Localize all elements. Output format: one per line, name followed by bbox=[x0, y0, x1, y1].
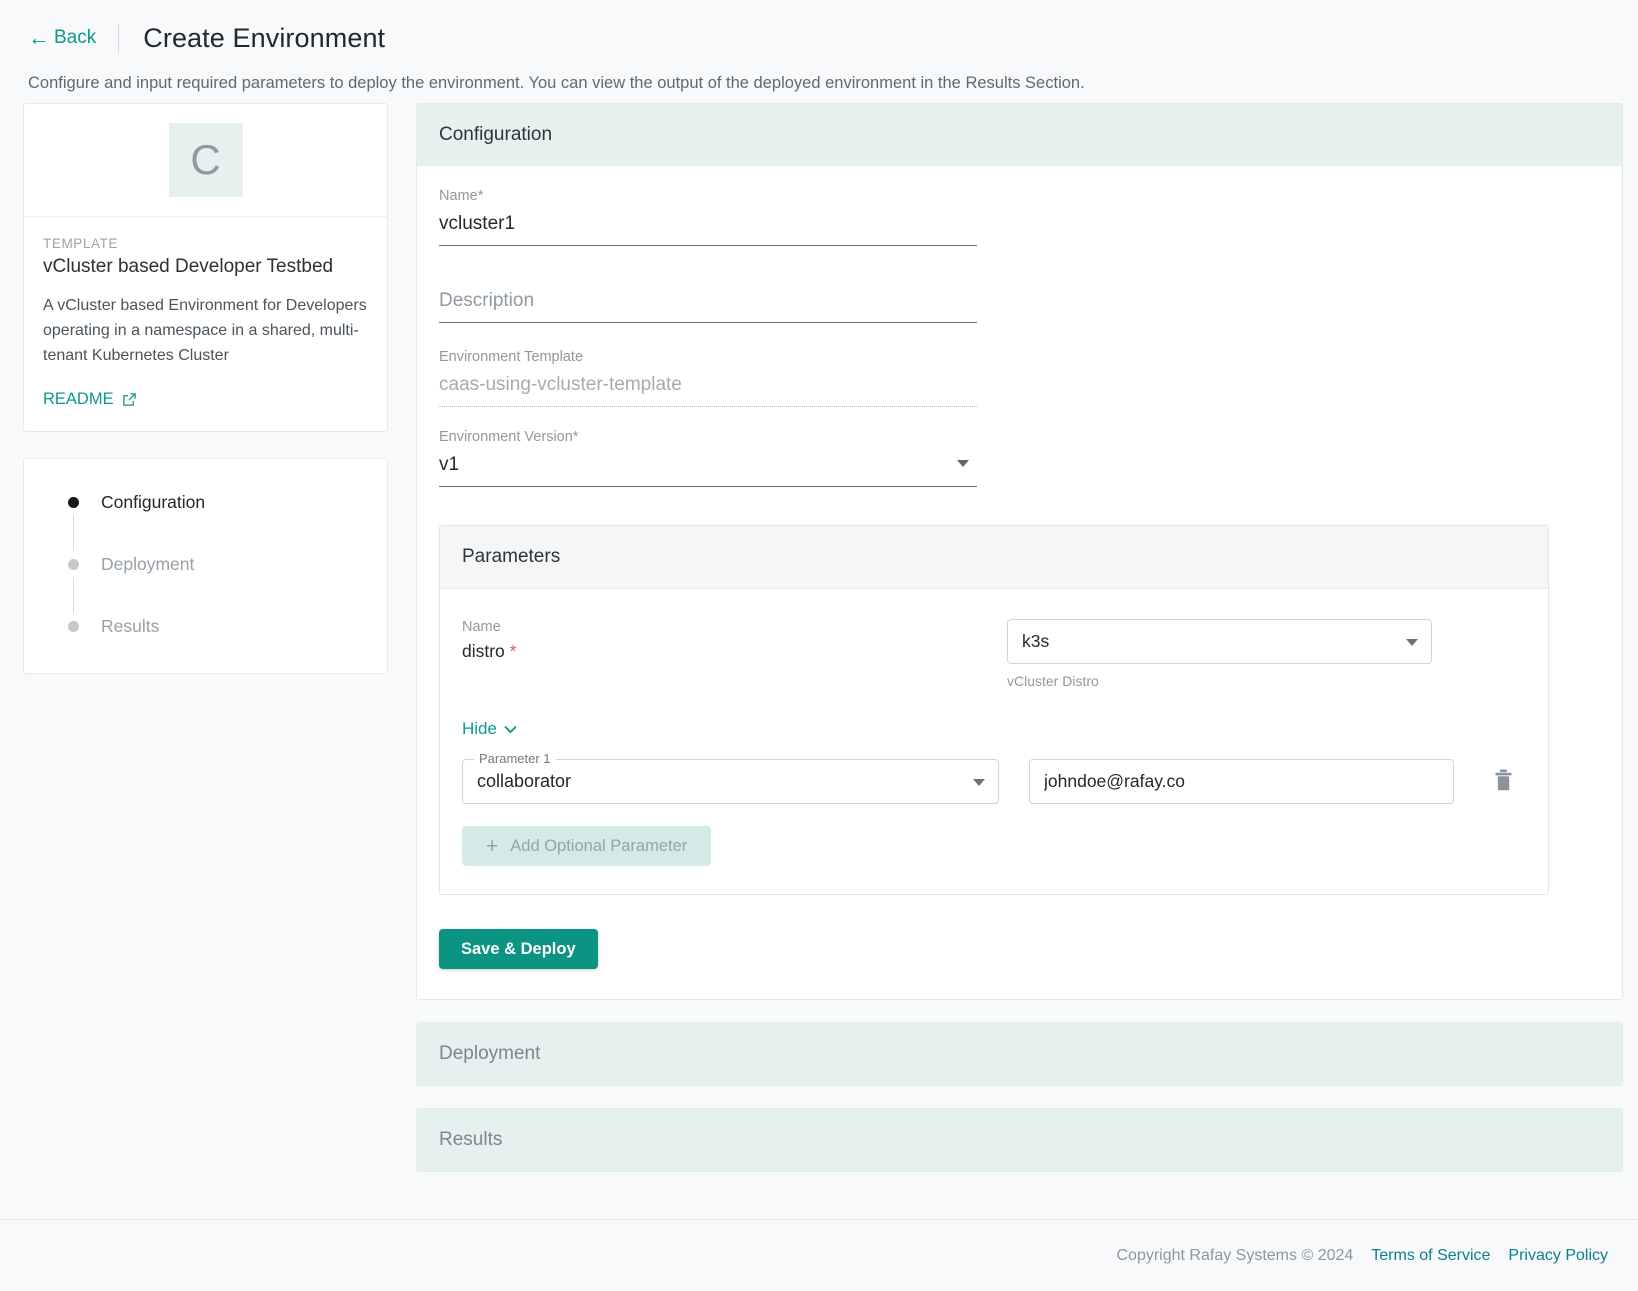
stepper-label: Results bbox=[101, 615, 160, 636]
parameter-required-mark: * bbox=[509, 641, 517, 661]
page-subtitle: Configure and input required parameters … bbox=[28, 74, 1085, 92]
configuration-panel: Configuration Name* Environment Template bbox=[416, 103, 1623, 1000]
back-button[interactable]: ← Back bbox=[28, 27, 118, 49]
deployment-panel: Deployment bbox=[416, 1022, 1623, 1086]
toggle-label: Hide bbox=[462, 719, 497, 738]
delete-parameter-button[interactable] bbox=[1494, 769, 1513, 794]
configuration-panel-body: Name* Environment Template Environment V bbox=[417, 166, 1622, 999]
stepper-label: Configuration bbox=[101, 491, 206, 512]
page-header: ← Back Create Environment Configure and … bbox=[0, 0, 1638, 93]
template-name: vCluster based Developer Testbed bbox=[43, 256, 334, 277]
distro-select[interactable]: k3s bbox=[1007, 619, 1432, 664]
chevron-down-icon bbox=[973, 779, 985, 786]
environment-template-label: Environment Template bbox=[439, 349, 584, 365]
trash-icon bbox=[1494, 769, 1513, 794]
readme-link[interactable]: README bbox=[43, 390, 137, 409]
page-body: C TEMPLATE vCluster based Developer Test… bbox=[0, 93, 1638, 1172]
required-parameter-row: Name distro * k3s vCluster Distro bbox=[462, 619, 1526, 689]
page-title: Create Environment bbox=[143, 22, 386, 53]
description-field-group bbox=[439, 288, 977, 323]
optional-parameter-key-select[interactable]: Parameter 1 collaborator bbox=[462, 751, 999, 804]
configuration-panel-header[interactable]: Configuration bbox=[417, 104, 1622, 166]
plus-icon: + bbox=[486, 834, 499, 858]
parameter-name: distro * bbox=[462, 641, 1007, 662]
name-field-label: Name* bbox=[439, 188, 977, 204]
environment-version-label: Environment Version* bbox=[439, 429, 977, 445]
left-column: C TEMPLATE vCluster based Developer Test… bbox=[0, 103, 388, 1172]
step-dot-icon bbox=[68, 558, 79, 570]
template-details: TEMPLATE vCluster based Developer Testbe… bbox=[24, 217, 387, 431]
parameter-name-text: distro bbox=[462, 641, 505, 661]
right-column: Configuration Name* Environment Template bbox=[388, 103, 1638, 1172]
optional-parameter-value-input[interactable] bbox=[1029, 759, 1454, 804]
stepper-label: Deployment bbox=[101, 553, 195, 574]
chevron-down-icon bbox=[957, 460, 969, 467]
stepper-item-deployment[interactable]: Deployment bbox=[24, 551, 387, 577]
results-panel: Results bbox=[416, 1108, 1623, 1172]
step-dot-icon bbox=[68, 620, 79, 632]
environment-version-select[interactable] bbox=[439, 452, 977, 487]
back-label: Back bbox=[54, 27, 97, 48]
optional-parameter-legend: Parameter 1 bbox=[474, 751, 556, 766]
environment-version-required-mark: * bbox=[572, 429, 579, 445]
results-panel-header[interactable]: Results bbox=[417, 1109, 1622, 1171]
required-parameter-info: Name distro * bbox=[462, 619, 1007, 662]
readme-label: README bbox=[43, 390, 114, 409]
toggle-optional-parameters[interactable]: Hide bbox=[462, 719, 517, 739]
parameters-panel: Parameters Name distro * k3s vCluster Di… bbox=[439, 525, 1549, 895]
optional-parameter-key-value: collaborator bbox=[477, 771, 572, 791]
parameter-name-kicker: Name bbox=[462, 619, 501, 635]
deployment-panel-header[interactable]: Deployment bbox=[417, 1023, 1622, 1085]
template-description: A vCluster based Environment for Develop… bbox=[43, 297, 367, 364]
environment-version-field-group: Environment Version* bbox=[439, 429, 977, 487]
name-field-group: Name* bbox=[439, 188, 977, 246]
create-environment-page: ← Back Create Environment Configure and … bbox=[0, 0, 1638, 1291]
description-input[interactable] bbox=[439, 288, 977, 323]
stepper-connector bbox=[73, 577, 74, 614]
title-row: ← Back Create Environment bbox=[28, 18, 1610, 58]
environment-template-input bbox=[439, 372, 977, 407]
optional-parameter-row: Parameter 1 collaborator bbox=[462, 751, 1526, 804]
template-logo-area: C bbox=[24, 104, 387, 217]
name-label-text: Name bbox=[439, 188, 478, 204]
distro-select-value: k3s bbox=[1022, 631, 1050, 651]
step-dot-icon bbox=[68, 496, 79, 508]
distro-select-group: k3s vCluster Distro bbox=[1007, 619, 1432, 689]
environment-version-value[interactable] bbox=[439, 452, 977, 487]
stepper-connector bbox=[73, 515, 74, 552]
template-avatar: C bbox=[168, 123, 243, 197]
environment-template-field-group: Environment Template bbox=[439, 349, 977, 407]
save-and-deploy-button[interactable]: Save & Deploy bbox=[439, 929, 598, 969]
external-link-icon bbox=[122, 392, 137, 407]
privacy-policy-link[interactable]: Privacy Policy bbox=[1508, 1247, 1608, 1265]
parameters-panel-body: Name distro * k3s vCluster Distro Hide P… bbox=[440, 589, 1548, 894]
name-input[interactable] bbox=[439, 211, 977, 246]
add-optional-parameter-button[interactable]: + Add Optional Parameter bbox=[462, 826, 712, 866]
stepper-item-configuration[interactable]: Configuration bbox=[24, 489, 387, 515]
template-card: C TEMPLATE vCluster based Developer Test… bbox=[23, 103, 388, 433]
stepper-item-results[interactable]: Results bbox=[24, 613, 387, 639]
arrow-left-icon: ← bbox=[28, 25, 50, 50]
environment-version-label-text: Environment Version bbox=[439, 429, 573, 445]
distro-help-text: vCluster Distro bbox=[1007, 673, 1099, 689]
copyright-text: Copyright Rafay Systems © 2024 bbox=[1116, 1246, 1354, 1264]
page-footer: Copyright Rafay Systems © 2024 Terms of … bbox=[0, 1219, 1638, 1291]
chevron-down-icon bbox=[504, 719, 517, 739]
name-required-mark: * bbox=[477, 188, 484, 204]
add-optional-parameter-label: Add Optional Parameter bbox=[510, 836, 688, 855]
template-kicker: TEMPLATE bbox=[43, 236, 119, 251]
parameters-panel-header: Parameters bbox=[440, 526, 1548, 589]
stepper-card: Configuration Deployment Results bbox=[23, 458, 388, 675]
chevron-down-icon bbox=[1406, 639, 1418, 646]
terms-of-service-link[interactable]: Terms of Service bbox=[1371, 1247, 1490, 1265]
